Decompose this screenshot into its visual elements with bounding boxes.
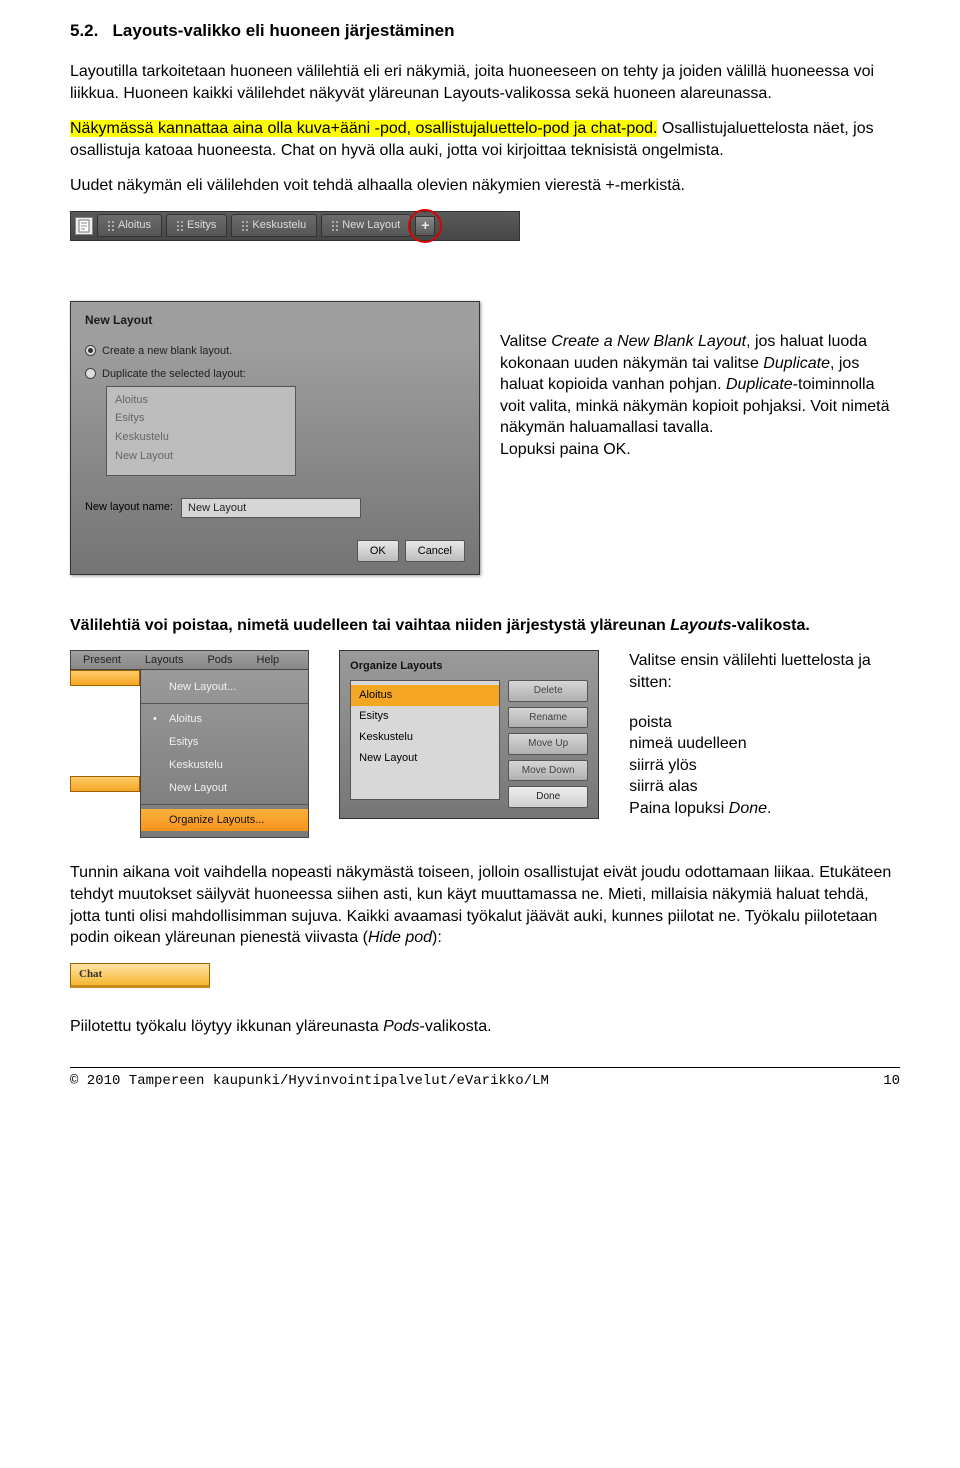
dd-aloitus[interactable]: Aloitus [141,708,308,731]
radio-create-blank[interactable]: Create a new blank layout. [71,340,479,363]
list-item[interactable]: Aloitus [351,685,499,706]
side-intro: Valitse ensin välilehti luettelosta ja s… [629,650,900,693]
list-item[interactable]: New Layout [351,748,499,769]
radio-icon[interactable] [85,345,96,356]
move-down-button[interactable]: Move Down [508,760,588,782]
dd-new-layout[interactable]: New Layout... [141,676,308,699]
radio-duplicate[interactable]: Duplicate the selected layout: Aloitus E… [71,363,479,480]
menu-present[interactable]: Present [71,653,133,668]
paragraph-4: Välilehtiä voi poistaa, nimetä uudelleen… [70,615,900,637]
page-number: 10 [883,1072,900,1091]
org-layout-list[interactable]: Aloitus Esitys Keskustelu New Layout [350,680,500,800]
menu-layouts[interactable]: Layouts [133,653,196,668]
layout-tabbar: Aloitus Esitys Keskustelu New Layout + [70,211,520,241]
section-heading: Layouts-valikko eli huoneen järjestämine… [113,21,455,40]
add-layout-button[interactable]: + [415,216,435,236]
layouts-menu-screenshot: Present Layouts Pods Help New Layout... … [70,650,309,838]
dd-esitys[interactable]: Esitys [141,731,308,754]
menubar: Present Layouts Pods Help [70,650,309,670]
menu-help[interactable]: Help [245,653,292,668]
highlighted-text: Näkymässä kannattaa aina olla kuva+ääni … [70,120,657,137]
section-title: 5.2. Layouts-valikko eli huoneen järjest… [70,20,900,43]
menu-pods[interactable]: Pods [195,653,244,668]
new-layout-dialog: New Layout Create a new blank layout. Du… [70,301,480,575]
page-icon[interactable] [75,217,93,235]
cancel-button[interactable]: Cancel [405,540,465,562]
list-item[interactable]: Aloitus [115,391,287,410]
layout-listbox[interactable]: Aloitus Esitys Keskustelu New Layout [106,386,296,476]
ok-button[interactable]: OK [357,540,399,562]
orange-bar [70,670,140,686]
radio-icon[interactable] [85,368,96,379]
orange-bar [70,776,140,792]
label-delete: poista [629,712,900,734]
list-item[interactable]: Esitys [115,409,287,428]
dd-organize[interactable]: Organize Layouts... [141,809,308,832]
paragraph-2: Näkymässä kannattaa aina olla kuva+ääni … [70,118,900,161]
list-item[interactable]: Esitys [351,706,499,727]
label-moveup: siirrä ylös [629,755,900,777]
page-footer: © 2010 Tampereen kaupunki/Hyvinvointipal… [70,1067,900,1091]
move-up-button[interactable]: Move Up [508,733,588,755]
section-number: 5.2. [70,21,98,40]
tab-esitys[interactable]: Esitys [166,214,227,237]
dd-new-layout-item[interactable]: New Layout [141,777,308,800]
list-item[interactable]: Keskustelu [351,727,499,748]
list-item[interactable]: New Layout [115,447,287,466]
button-explanations: Valitse ensin välilehti luettelosta ja s… [629,650,900,819]
layout-name-input[interactable] [181,498,361,518]
done-button[interactable]: Done [508,786,588,808]
dialog-explanation: Valitse Create a New Blank Layout, jos h… [500,331,900,461]
footer-copyright: © 2010 Tampereen kaupunki/Hyvinvointipal… [70,1072,549,1091]
tab-keskustelu[interactable]: Keskustelu [231,214,317,237]
organize-layouts-dialog: Organize Layouts Aloitus Esitys Keskuste… [339,650,599,818]
tab-new-layout[interactable]: New Layout [321,214,411,237]
label-movedown: siirrä alas [629,776,900,798]
paragraph-1: Layoutilla tarkoitetaan huoneen välileht… [70,61,900,104]
label-done: Paina lopuksi Done. [629,798,900,820]
label-rename: nimeä uudelleen [629,733,900,755]
paragraph-3: Uudet näkymän eli välilehden voit tehdä … [70,175,900,197]
paragraph-6: Piilotettu työkalu löytyy ikkunan yläreu… [70,1016,900,1038]
org-dialog-title: Organize Layouts [350,659,588,674]
delete-button[interactable]: Delete [508,680,588,702]
chat-pod: Chat [70,963,210,988]
rename-button[interactable]: Rename [508,707,588,729]
name-label: New layout name: [85,500,173,515]
chat-pod-titlebar[interactable]: Chat [70,963,210,988]
annotation-circle [408,209,442,243]
paragraph-5: Tunnin aikana voit vaihdella nopeasti nä… [70,862,900,948]
list-item[interactable]: Keskustelu [115,428,287,447]
dialog-title: New Layout [71,302,479,340]
layouts-dropdown: New Layout... Aloitus Esitys Keskustelu … [140,670,309,838]
dd-keskustelu[interactable]: Keskustelu [141,754,308,777]
tab-aloitus[interactable]: Aloitus [97,214,162,237]
